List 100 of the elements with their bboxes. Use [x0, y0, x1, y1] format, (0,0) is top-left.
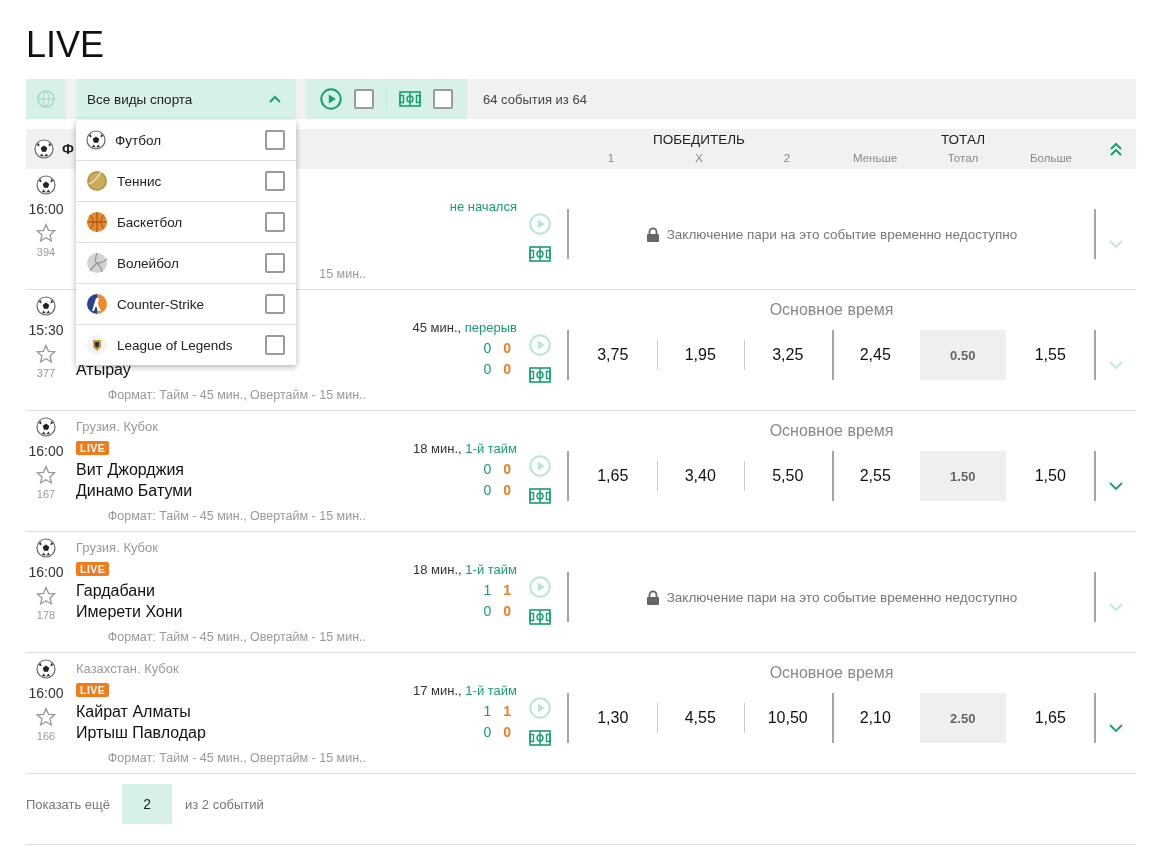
soccer-ball-icon	[34, 139, 54, 159]
score: 1	[483, 702, 492, 721]
sport-menu-item[interactable]: Теннис	[76, 161, 296, 202]
odds-button[interactable]: 3,75	[569, 330, 657, 380]
star-icon[interactable]	[36, 586, 56, 606]
column-group-header: ПОБЕДИТЕЛЬ	[652, 131, 746, 149]
match-status: 18 мин., 1-й тайм	[413, 440, 517, 456]
score: 1	[483, 581, 492, 600]
pitch-icon[interactable]	[529, 367, 551, 383]
soccer-ball-icon	[36, 538, 56, 558]
match-format: Формат: Тайм - 45 мин., Овертайм - 15 мин..	[107, 751, 366, 765]
odds-button[interactable]: 1,95	[656, 330, 744, 380]
odds-button[interactable]: 2,55	[831, 451, 919, 501]
odds-button[interactable]: 3,25	[744, 330, 832, 380]
score: 0	[483, 460, 492, 479]
odds-button[interactable]: 1,30	[569, 693, 657, 743]
market-label: Основное время	[769, 422, 894, 440]
score: 0	[503, 723, 511, 742]
odds-button[interactable]: 10,50	[744, 693, 832, 743]
pitch-icon[interactable]	[529, 609, 551, 625]
odds-button[interactable]: 3,40	[656, 451, 744, 501]
favorites-count: 394	[36, 246, 56, 258]
chevron-down-icon[interactable]	[1108, 723, 1124, 733]
team-name: Кайрат Алматы	[76, 702, 191, 722]
chevron-down-icon[interactable]	[1108, 481, 1124, 491]
score: 0	[503, 360, 511, 379]
checkbox[interactable]	[433, 89, 453, 109]
column-header: 2	[782, 152, 792, 166]
odds-button[interactable]: 1,65	[569, 451, 657, 501]
favorites-count: 377	[36, 367, 56, 379]
star-icon[interactable]	[36, 223, 56, 243]
volleyball-icon	[86, 252, 108, 274]
pitch-icon[interactable]	[529, 246, 551, 262]
locked-message: Заключение пари на это событие временно недоступно	[666, 589, 1018, 605]
match-status: 18 мин., 1-й тайм	[413, 561, 517, 577]
odds-button[interactable]: 2,45	[831, 330, 919, 380]
column-header: Тотал	[946, 152, 980, 166]
sport-select[interactable]: Все виды спорта	[76, 79, 296, 119]
sport-menu-item[interactable]: Баскетбол	[76, 202, 296, 243]
lock-icon	[645, 226, 660, 242]
event-count: 64 события из 64	[482, 90, 587, 109]
checkbox[interactable]	[265, 294, 285, 314]
odds-button[interactable]: 2,10	[831, 693, 919, 743]
pitch-icon[interactable]	[529, 488, 551, 504]
globe-icon	[36, 89, 56, 109]
live-badge: LIVE	[76, 441, 110, 455]
show-more-suffix: из 2 событий	[185, 796, 264, 812]
sport-menu-item[interactable]: Волейбол	[76, 243, 296, 284]
show-more-field[interactable]: 2	[122, 784, 173, 824]
event-time: 16:00	[28, 200, 64, 219]
checkbox[interactable]	[265, 171, 285, 191]
score: 0	[483, 602, 492, 621]
match-format: Формат: Тайм - 45 мин., Овертайм - 15 мин..	[107, 509, 366, 523]
star-icon[interactable]	[36, 344, 56, 364]
checkbox[interactable]	[354, 89, 374, 109]
league-name: Грузия. Кубок	[76, 539, 159, 557]
market-label: Основное время	[769, 664, 894, 682]
favorites-count: 167	[36, 488, 56, 500]
pitch-icon[interactable]	[529, 730, 551, 746]
league-name: Грузия. Кубок	[76, 418, 159, 436]
match-status: 17 мин., 1-й тайм	[413, 682, 517, 698]
column-header: Больше	[1029, 152, 1073, 166]
soccer-ball-icon	[86, 130, 106, 150]
page-title: LIVE	[26, 23, 106, 67]
checkbox[interactable]	[265, 212, 285, 232]
match-format: 15 мин..	[319, 267, 366, 281]
score: 0	[483, 723, 492, 742]
checkbox[interactable]	[265, 130, 285, 150]
score: 0	[483, 339, 492, 358]
team-name: Имерети Хони	[76, 602, 183, 622]
match-format: Формат: Тайм - 45 мин., Овертайм - 15 мин..	[107, 388, 366, 402]
star-icon[interactable]	[36, 465, 56, 485]
odds-button[interactable]: 4,55	[656, 693, 744, 743]
column-header: X	[694, 152, 704, 166]
score: 0	[503, 339, 511, 358]
sport-menu-item[interactable]: Counter-Strike	[76, 284, 296, 325]
odds-button[interactable]: 1,55	[1006, 330, 1094, 380]
score: 1	[503, 702, 511, 721]
star-icon[interactable]	[36, 707, 56, 727]
market-label: Основное время	[769, 301, 894, 319]
score: 0	[483, 481, 492, 500]
event-time: 16:00	[28, 684, 64, 703]
live-badge: LIVE	[76, 562, 110, 576]
favorites-count: 178	[36, 609, 56, 621]
figure-icon	[86, 293, 108, 315]
column-header: Меньше	[851, 152, 899, 166]
locked-message: Заключение пари на это событие временно недоступно	[666, 226, 1018, 242]
odds-button[interactable]: 5,50	[744, 451, 832, 501]
score: 0	[503, 602, 511, 621]
lock-icon	[645, 589, 660, 605]
score: 0	[483, 360, 492, 379]
soccer-ball-icon	[36, 659, 56, 679]
column-group-header: ТОТАЛ	[939, 131, 987, 149]
checkbox[interactable]	[265, 335, 285, 355]
checkbox[interactable]	[265, 253, 285, 273]
collapse-icon[interactable]	[1108, 142, 1123, 156]
match-status: 45 мин., перерыв	[412, 319, 517, 335]
sport-menu-item[interactable]: Футбол	[76, 120, 296, 161]
odds-button[interactable]: 1,50	[1006, 451, 1094, 501]
odds-button[interactable]: 1,65	[1006, 693, 1094, 743]
